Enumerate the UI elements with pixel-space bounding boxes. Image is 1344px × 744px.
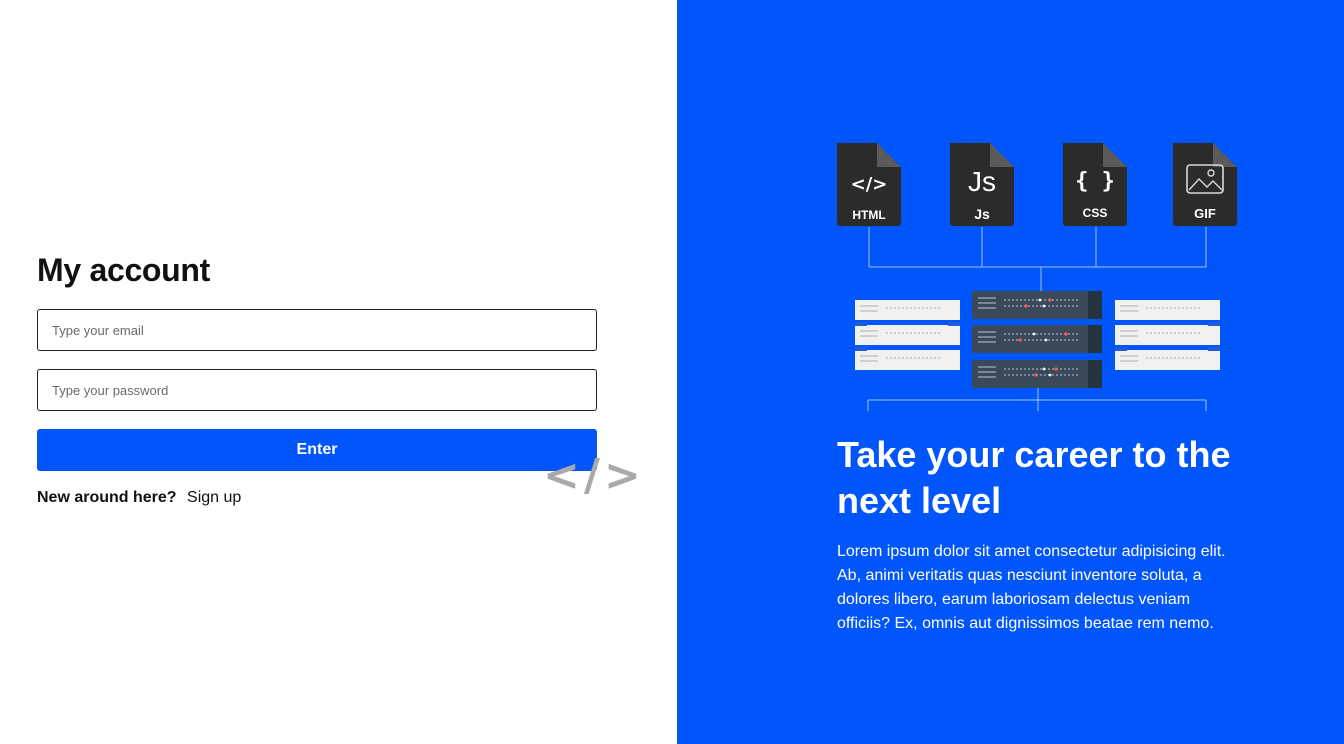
promo-description: Lorem ipsum dolor sit amet consectetur a… bbox=[837, 543, 1226, 632]
html-file-label: HTML bbox=[852, 208, 885, 222]
signup-question: New around here? bbox=[37, 489, 177, 506]
gif-file-icon: GIF bbox=[1173, 143, 1237, 226]
code-symbol-decoration: </> bbox=[543, 450, 645, 501]
signup-link[interactable]: Sign up bbox=[187, 489, 241, 506]
js-file-icon: Js Js bbox=[950, 143, 1014, 226]
center-server-rack bbox=[972, 291, 1102, 388]
css-file-glyph: { } bbox=[1075, 169, 1115, 194]
css-file-label: CSS bbox=[1083, 206, 1108, 220]
email-field[interactable] bbox=[37, 309, 597, 351]
html-file-icon: </> HTML bbox=[837, 143, 901, 226]
right-server-rack bbox=[1115, 300, 1220, 370]
left-server-rack bbox=[855, 300, 960, 370]
login-panel: My account Enter New around here? Sign u… bbox=[0, 0, 677, 744]
file-server-illustration: </> HTML Js Js { } CSS GIF bbox=[837, 143, 1237, 411]
gif-file-label: GIF bbox=[1194, 206, 1216, 221]
enter-button[interactable]: Enter bbox=[37, 429, 597, 471]
html-file-glyph: </> bbox=[851, 174, 888, 195]
js-file-glyph: Js bbox=[968, 166, 996, 197]
promo-headline: Take your career to the next level bbox=[837, 434, 1231, 521]
css-file-icon: { } CSS bbox=[1063, 143, 1127, 226]
page-title: My account bbox=[37, 252, 211, 288]
password-field[interactable] bbox=[37, 369, 597, 411]
js-file-label: Js bbox=[974, 206, 990, 222]
signup-row: New around here? Sign up bbox=[37, 489, 241, 507]
